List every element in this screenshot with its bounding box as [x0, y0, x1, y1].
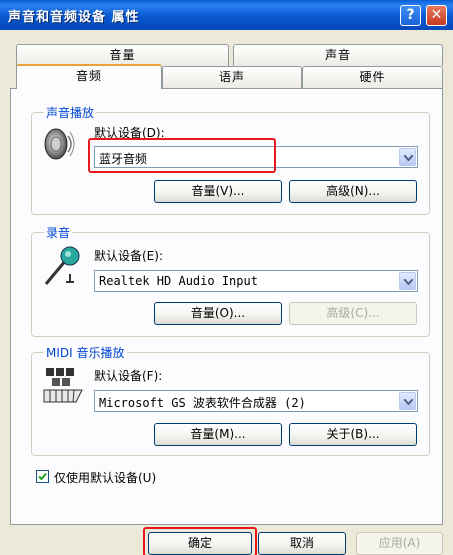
title-bar[interactable]: 声音和音频设备 属性 ? ✕	[0, 0, 453, 30]
cancel-button[interactable]: 取消	[258, 532, 346, 555]
close-icon: ✕	[430, 7, 443, 23]
chevron-down-icon[interactable]	[399, 272, 416, 290]
recording-volume-button[interactable]: 音量(O)...	[154, 302, 282, 325]
checkmark-icon	[38, 472, 47, 481]
midi-about-button[interactable]: 关于(B)...	[289, 423, 417, 446]
midi-volume-button[interactable]: 音量(M)...	[154, 423, 282, 446]
tab-audio[interactable]: 音频	[16, 64, 162, 89]
chevron-down-icon[interactable]	[399, 392, 416, 410]
speaker-icon	[44, 127, 76, 166]
tab-volume[interactable]: 音量	[16, 44, 229, 66]
tab-sounds[interactable]: 声音	[233, 44, 443, 66]
tab-voice[interactable]: 语声	[162, 66, 302, 88]
highlight-box-ok	[143, 527, 257, 555]
midi-device-label: 默认设备(F):	[94, 369, 163, 383]
group-title-midi: MIDI 音乐播放	[44, 344, 127, 361]
only-default-checkbox[interactable]	[36, 470, 49, 483]
recording-device-value: Realtek HD Audio Input	[99, 274, 258, 288]
midi-device-value: Microsoft GS 波表软件合成器 (2)	[99, 396, 306, 410]
tab-hardware[interactable]: 硬件	[302, 66, 443, 88]
recording-device-label: 默认设备(E):	[94, 249, 163, 263]
chevron-down-icon[interactable]	[399, 148, 416, 166]
keyboard-icon	[42, 366, 84, 407]
playback-advanced-button[interactable]: 高级(N)...	[289, 180, 417, 203]
help-button[interactable]: ?	[400, 5, 421, 26]
apply-button: 应用(A)	[356, 532, 443, 555]
midi-device-select[interactable]: Microsoft GS 波表软件合成器 (2)	[94, 390, 418, 412]
playback-volume-button[interactable]: 音量(V)...	[154, 180, 282, 203]
highlight-box-device	[88, 138, 276, 173]
group-title-recording: 录音	[44, 224, 73, 241]
close-button[interactable]: ✕	[426, 5, 447, 26]
group-title-playback: 声音播放	[44, 104, 97, 121]
only-default-label[interactable]: 仅使用默认设备(U)	[54, 469, 156, 486]
properties-dialog: 声音和音频设备 属性 ? ✕ 音量 声音 音频 语声 硬件 声音播放 默认设备(…	[0, 0, 453, 555]
window-title: 声音和音频设备 属性	[8, 10, 140, 25]
microphone-icon	[42, 246, 82, 291]
recording-advanced-button: 高级(C)...	[289, 302, 417, 325]
recording-device-select[interactable]: Realtek HD Audio Input	[94, 270, 418, 292]
